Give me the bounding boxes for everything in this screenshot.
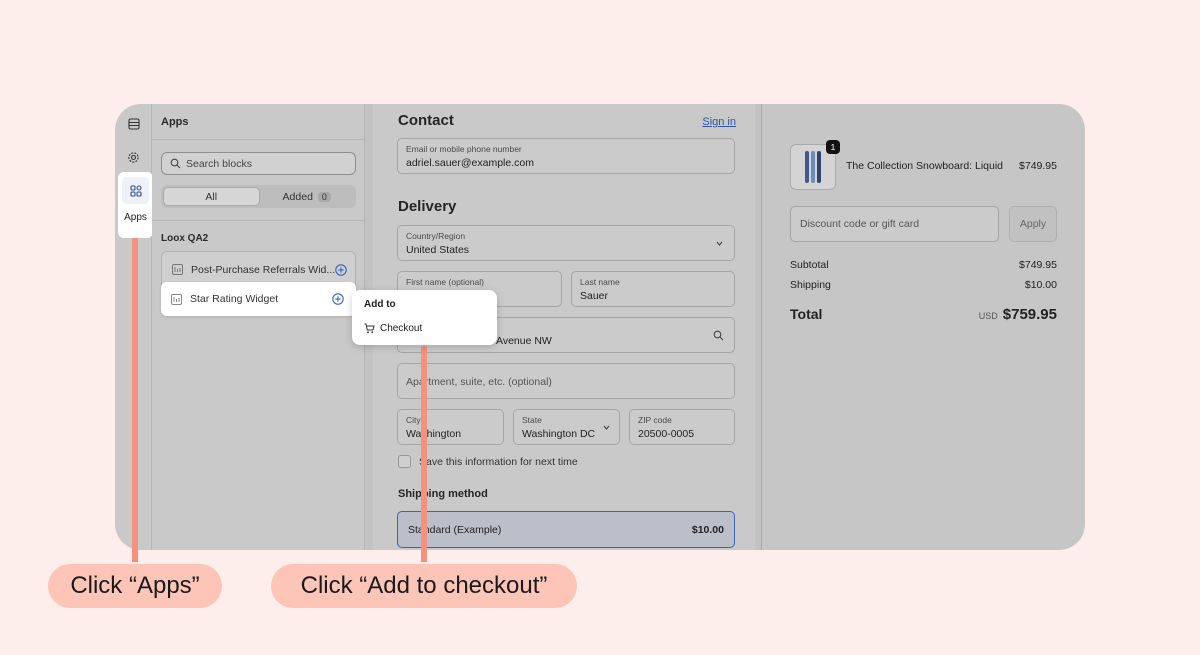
contact-heading: Contact [398, 112, 454, 129]
snowboard-icon [805, 151, 821, 183]
apps-label: Apps [124, 212, 147, 223]
popover-title: Add to [364, 299, 396, 310]
divider [152, 220, 365, 221]
filter-tabs: All Added 0 [161, 185, 356, 208]
search-icon [170, 158, 181, 169]
block-icon [171, 293, 182, 305]
apps-icon [122, 177, 149, 204]
last-name-value: Sauer [580, 290, 609, 302]
tab-all-label: All [205, 190, 218, 203]
address-value: Avenue NW [496, 335, 552, 347]
total-label: Total [790, 306, 823, 322]
annotation-step-2: Click “Add to checkout” [271, 564, 577, 608]
divider [152, 139, 365, 140]
quantity-badge: 1 [826, 140, 840, 154]
sign-in-link[interactable]: Sign in [702, 116, 736, 128]
subtotal-row: Subtotal $749.95 [790, 259, 1057, 271]
first-name-label: First name (optional) [406, 277, 484, 287]
save-info-label: Save this information for next time [419, 455, 578, 468]
country-value: United States [406, 244, 470, 256]
panel-title: Apps [161, 116, 189, 128]
discount-code-input[interactable]: Discount code or gift card [790, 206, 999, 242]
add-block-icon[interactable] [332, 293, 344, 305]
tab-added-label: Added [282, 190, 313, 203]
apps-panel: Apps Search blocks All Added 0 Loox QA2 P… [152, 104, 365, 550]
search-blocks-input[interactable]: Search blocks [161, 152, 356, 175]
shipping-option-price: $10.00 [691, 523, 724, 536]
settings-gear-icon[interactable] [126, 150, 141, 165]
added-count-badge: 0 [317, 191, 331, 202]
email-label: Email or mobile phone number [406, 144, 522, 154]
total-row: Total USD $759.95 [790, 306, 1057, 324]
zip-label: ZIP code [638, 415, 672, 425]
block-label: Star Rating Widget [190, 293, 279, 305]
tab-added[interactable]: Added 0 [260, 187, 355, 206]
product-name: The Collection Snowboard: Liquid [846, 160, 1004, 172]
chevron-down-icon [716, 241, 723, 246]
zip-value: 20500-0005 [638, 428, 695, 440]
apply-button[interactable]: Apply [1009, 206, 1057, 242]
country-label: Country/Region [406, 231, 466, 241]
apps-button[interactable]: Apps [118, 172, 153, 238]
apartment-placeholder: Apartment, suite, etc. (optional) [406, 376, 552, 388]
product-price: $749.95 [1019, 160, 1057, 172]
add-block-icon[interactable] [335, 264, 347, 276]
discount-placeholder: Discount code or gift card [800, 218, 920, 230]
annotation-line-checkout [421, 346, 427, 562]
annotation-step-1: Click “Apps” [48, 564, 222, 608]
app-group-label: Loox QA2 [161, 233, 209, 244]
search-placeholder: Search blocks [186, 157, 252, 170]
search-icon [713, 330, 724, 341]
delivery-heading: Delivery [398, 198, 457, 215]
annotation-line-apps [132, 238, 138, 562]
shipping-label: Shipping [790, 279, 831, 291]
apartment-field[interactable]: Apartment, suite, etc. (optional) [397, 363, 735, 399]
last-name-field[interactable]: Last name Sauer [571, 271, 735, 307]
shipping-method-heading: Shipping method [398, 488, 488, 500]
email-value: adriel.sauer@example.com [406, 157, 534, 169]
country-select[interactable]: Country/Region United States [397, 225, 735, 261]
shipping-row: Shipping $10.00 [790, 279, 1057, 291]
add-to-checkout-option[interactable]: Checkout [364, 323, 422, 334]
zip-field[interactable]: ZIP code 20500-0005 [629, 409, 735, 445]
block-icon [172, 264, 183, 275]
city-field[interactable]: City Washington [397, 409, 504, 445]
block-item-star-rating-widget[interactable]: Star Rating Widget [161, 282, 356, 316]
sections-icon[interactable] [126, 116, 141, 131]
subtotal-value: $749.95 [1019, 259, 1057, 271]
tab-all[interactable]: All [163, 187, 260, 206]
currency-code: USD [978, 311, 998, 321]
total-value: $759.95 [1002, 306, 1057, 323]
state-value: Washington DC [522, 428, 596, 440]
shipping-value: $10.00 [1024, 279, 1057, 291]
order-summary: 1 The Collection Snowboard: Liquid $749.… [762, 104, 1085, 550]
shipping-option[interactable]: Standard (Example) $10.00 [397, 511, 735, 548]
state-select[interactable]: State Washington DC [513, 409, 620, 445]
chevron-down-icon [603, 425, 610, 430]
city-label: City [406, 415, 421, 425]
add-to-popover: Add to Checkout [352, 290, 497, 345]
email-field[interactable]: Email or mobile phone number adriel.saue… [397, 138, 735, 174]
save-info-checkbox[interactable] [398, 455, 411, 468]
subtotal-label: Subtotal [790, 259, 829, 271]
state-label: State [522, 415, 542, 425]
editor-window: Apps Apps Search blocks All Added 0 Loox … [115, 104, 1085, 550]
checkout-option-label: Checkout [380, 323, 423, 334]
last-name-label: Last name [580, 277, 620, 287]
city-value: Washington [406, 428, 462, 440]
cart-icon [364, 323, 375, 334]
block-label: Post-Purchase Referrals Wid... [191, 263, 336, 276]
